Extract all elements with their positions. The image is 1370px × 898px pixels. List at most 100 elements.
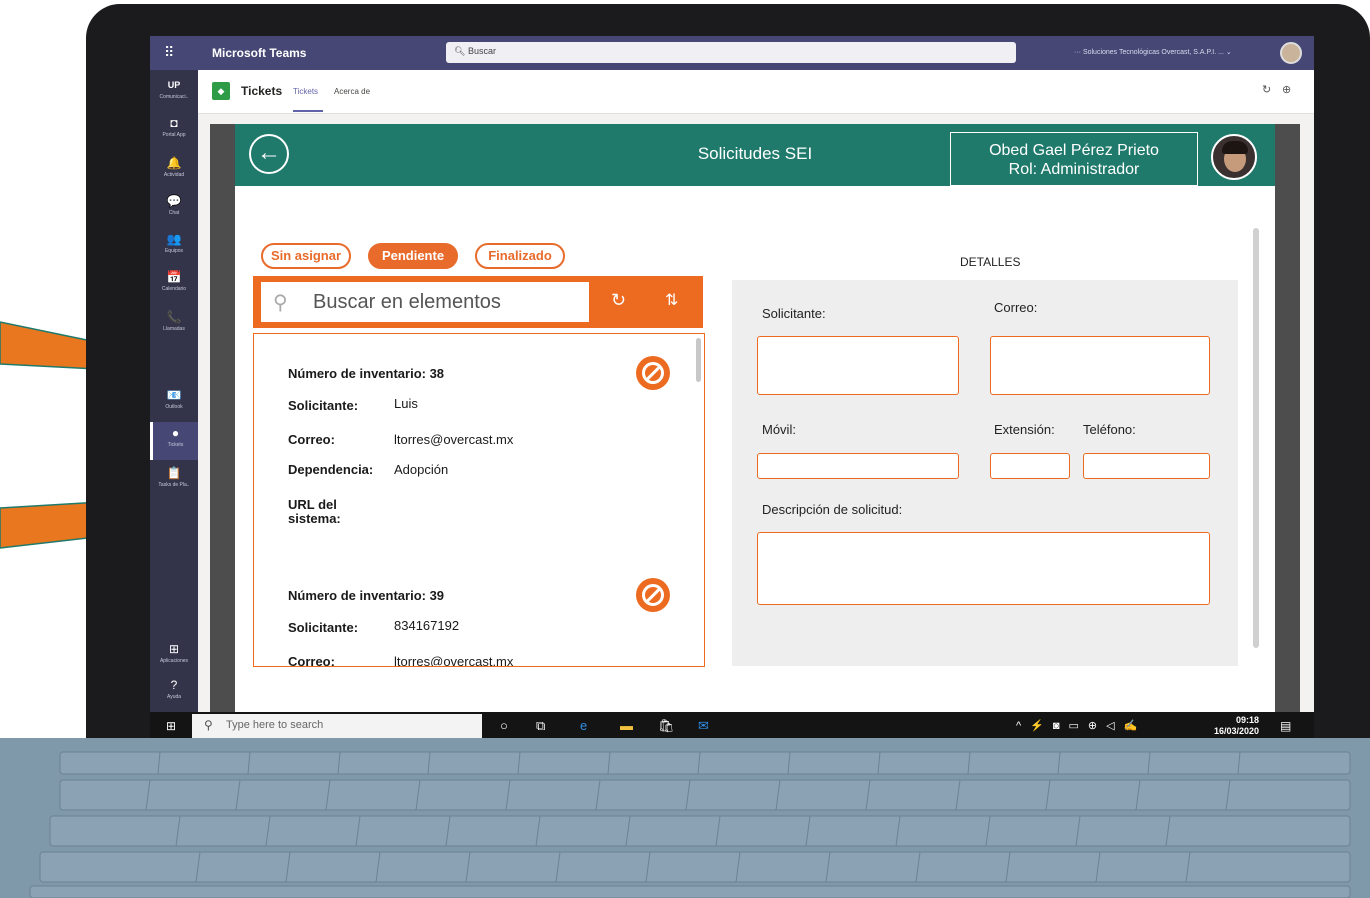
user-name: Obed Gael Pérez Prieto xyxy=(989,142,1159,159)
system-tray-icons[interactable]: ^⚡◙▭⊕◁✍ xyxy=(1016,719,1146,732)
taskbar-search-input[interactable]: ⚲ Type here to search xyxy=(192,714,482,738)
screen: ⠿ Microsoft Teams 🔍︎ Buscar ··· Solucion… xyxy=(150,36,1314,740)
cortana-icon[interactable]: ○ xyxy=(500,718,508,733)
rail-item-equipos[interactable]: 👥 Equipos xyxy=(150,232,198,254)
search-icon: ⚲ xyxy=(204,718,213,732)
correo-value: ltorres@overcast.mx xyxy=(394,654,514,667)
file-explorer-icon[interactable]: ▬ xyxy=(620,718,633,733)
rail-label: Aplicaciones xyxy=(159,658,189,664)
movil-field-label: Móvil: xyxy=(762,422,796,437)
powerapp-header: ← Solicitudes SEI Obed Gael Pérez Prieto… xyxy=(235,124,1275,186)
help-icon: ? xyxy=(170,678,178,692)
back-button[interactable]: ← xyxy=(249,134,289,174)
telefono-field[interactable] xyxy=(1083,453,1210,479)
user-role: Rol: Administrador xyxy=(1008,161,1140,178)
details-title: DETALLES xyxy=(960,255,1021,269)
telefono-field-label: Teléfono: xyxy=(1083,422,1136,437)
teams-left-rail: UP Comunicaci.. ◘ Portal App 🔔 Actividad… xyxy=(150,70,198,740)
taskbar-clock[interactable]: 09:18 16/03/2020 xyxy=(1214,715,1259,737)
tab-acerca-de[interactable]: Acerca de xyxy=(334,87,370,96)
filter-finalizado-button[interactable]: Finalizado xyxy=(475,243,565,269)
filter-sin-asignar-button[interactable]: Sin asignar xyxy=(261,243,351,269)
extension-field[interactable] xyxy=(990,453,1070,479)
rail-item-calendario[interactable]: 📅 Calendario xyxy=(150,270,198,292)
phone-icon: 📞 xyxy=(166,310,182,324)
teams-search-placeholder: Buscar xyxy=(467,46,496,56)
tickets-app-icon: ◆ xyxy=(212,82,230,100)
rail-item-llamadas[interactable]: 📞 Llamadas xyxy=(150,310,198,332)
user-avatar xyxy=(1211,134,1257,180)
chat-icon: 💬 xyxy=(166,194,182,208)
notifications-icon[interactable]: ▤ xyxy=(1280,719,1291,733)
search-input[interactable]: ⚲ Buscar en elementos xyxy=(261,282,589,322)
tasks-icon: 📋 xyxy=(166,466,182,480)
tickets-gallery[interactable]: Número de inventario: 38 Solicitante: Lu… xyxy=(253,333,705,667)
globe-icon[interactable]: ⊕ xyxy=(1282,83,1291,96)
teams-search-input[interactable]: 🔍︎ Buscar xyxy=(446,42,1016,63)
mail-icon[interactable]: ✉ xyxy=(698,718,709,734)
rail-item-chat[interactable]: 💬 Chat xyxy=(150,194,198,216)
sort-icon[interactable]: ⇅ xyxy=(665,290,678,310)
rail-label: Calendario xyxy=(161,286,187,292)
gallery-scrollbar[interactable] xyxy=(696,338,701,382)
dependencia-label: Dependencia: xyxy=(288,462,374,477)
cancel-icon[interactable] xyxy=(636,578,670,612)
rail-label: Ayuda xyxy=(166,694,182,700)
cancel-icon[interactable] xyxy=(636,356,670,390)
edge-icon[interactable]: e xyxy=(580,718,587,733)
portal-app-icon: ◘ xyxy=(170,116,178,130)
teams-icon: 👥 xyxy=(166,232,182,246)
rail-label: Llamadas xyxy=(163,326,185,332)
rail-item-actividad[interactable]: 🔔 Actividad xyxy=(150,156,198,178)
reload-icon[interactable]: ↻ xyxy=(1262,83,1271,96)
rail-item-aplicaciones[interactable]: ⊞ Aplicaciones xyxy=(150,642,198,664)
movil-field[interactable] xyxy=(757,453,959,479)
app-launcher-icon[interactable]: ⠿ xyxy=(164,44,174,61)
search-icon: ⚲ xyxy=(273,292,288,314)
active-tab-indicator xyxy=(293,110,323,112)
rail-label: Portal App xyxy=(162,132,186,138)
rail-label: Tasks de Pla.. xyxy=(158,482,190,488)
windows-start-icon[interactable]: ⊞ xyxy=(166,719,176,733)
solicitante-field-label: Solicitante: xyxy=(762,306,826,321)
windows-taskbar: ⊞ ⚲ Type here to search ○ ⧉ e ▬ 🛍︎ ✉ ^⚡◙… xyxy=(150,712,1314,740)
rail-item-tasks[interactable]: 📋 Tasks de Pla.. xyxy=(150,466,198,488)
rail-label: Outlook xyxy=(165,404,183,410)
org-switcher[interactable]: ··· Soluciones Tecnológicas Overcast, S.… xyxy=(1074,48,1232,56)
solicitante-field[interactable] xyxy=(757,336,959,395)
details-panel: Solicitante: Correo: Móvil: Extensión: T… xyxy=(732,280,1238,666)
page-title: Solicitudes SEI xyxy=(697,144,813,163)
inventory-number: Número de inventario: 39 xyxy=(288,588,445,603)
tab-tickets[interactable]: Tickets xyxy=(293,87,318,96)
app-header: ◆ Tickets Tickets Acerca de ↻ ⊕ xyxy=(198,70,1314,114)
teams-top-bar: ⠿ Microsoft Teams 🔍︎ Buscar ··· Solucion… xyxy=(150,36,1314,70)
rail-item-ayuda[interactable]: ? Ayuda xyxy=(150,678,198,700)
rail-item-outlook[interactable]: 📧 Outlook xyxy=(150,388,198,410)
outlook-icon: 📧 xyxy=(166,388,182,402)
inventory-number: Número de inventario: 38 xyxy=(288,366,445,381)
laptop-keyboard xyxy=(0,738,1370,898)
store-icon[interactable]: 🛍︎ xyxy=(658,718,675,734)
refresh-icon[interactable]: ↻ xyxy=(611,290,626,311)
rail-label: Chat xyxy=(168,210,180,216)
rail-item-portal-app[interactable]: ◘ Portal App xyxy=(150,116,198,138)
powerapp-canvas: ← Solicitudes SEI Obed Gael Pérez Prieto… xyxy=(235,124,1275,740)
dependencia-value: Adopción xyxy=(394,462,449,477)
correo-label: Correo: xyxy=(288,654,335,667)
page-scrollbar[interactable] xyxy=(1253,228,1259,648)
profile-avatar[interactable] xyxy=(1280,42,1302,64)
task-view-icon[interactable]: ⧉ xyxy=(536,718,545,734)
user-info-box: Obed Gael Pérez Prieto Rol: Administrado… xyxy=(950,132,1198,186)
rail-item-tickets[interactable]: ● Tickets xyxy=(150,422,198,460)
correo-field[interactable] xyxy=(990,336,1210,395)
solicitante-value: Luis xyxy=(394,396,418,411)
correo-field-label: Correo: xyxy=(994,300,1038,315)
back-arrow-icon: ← xyxy=(257,139,281,166)
solicitante-label: Solicitante: xyxy=(288,398,359,413)
descripcion-field[interactable] xyxy=(757,532,1210,605)
teams-title: Microsoft Teams xyxy=(212,46,307,60)
correo-value: ltorres@overcast.mx xyxy=(394,432,514,447)
rail-item-comunicacion[interactable]: UP Comunicaci.. xyxy=(150,78,198,100)
clock-time: 09:18 xyxy=(1236,715,1260,725)
filter-pendiente-button[interactable]: Pendiente xyxy=(368,243,458,269)
